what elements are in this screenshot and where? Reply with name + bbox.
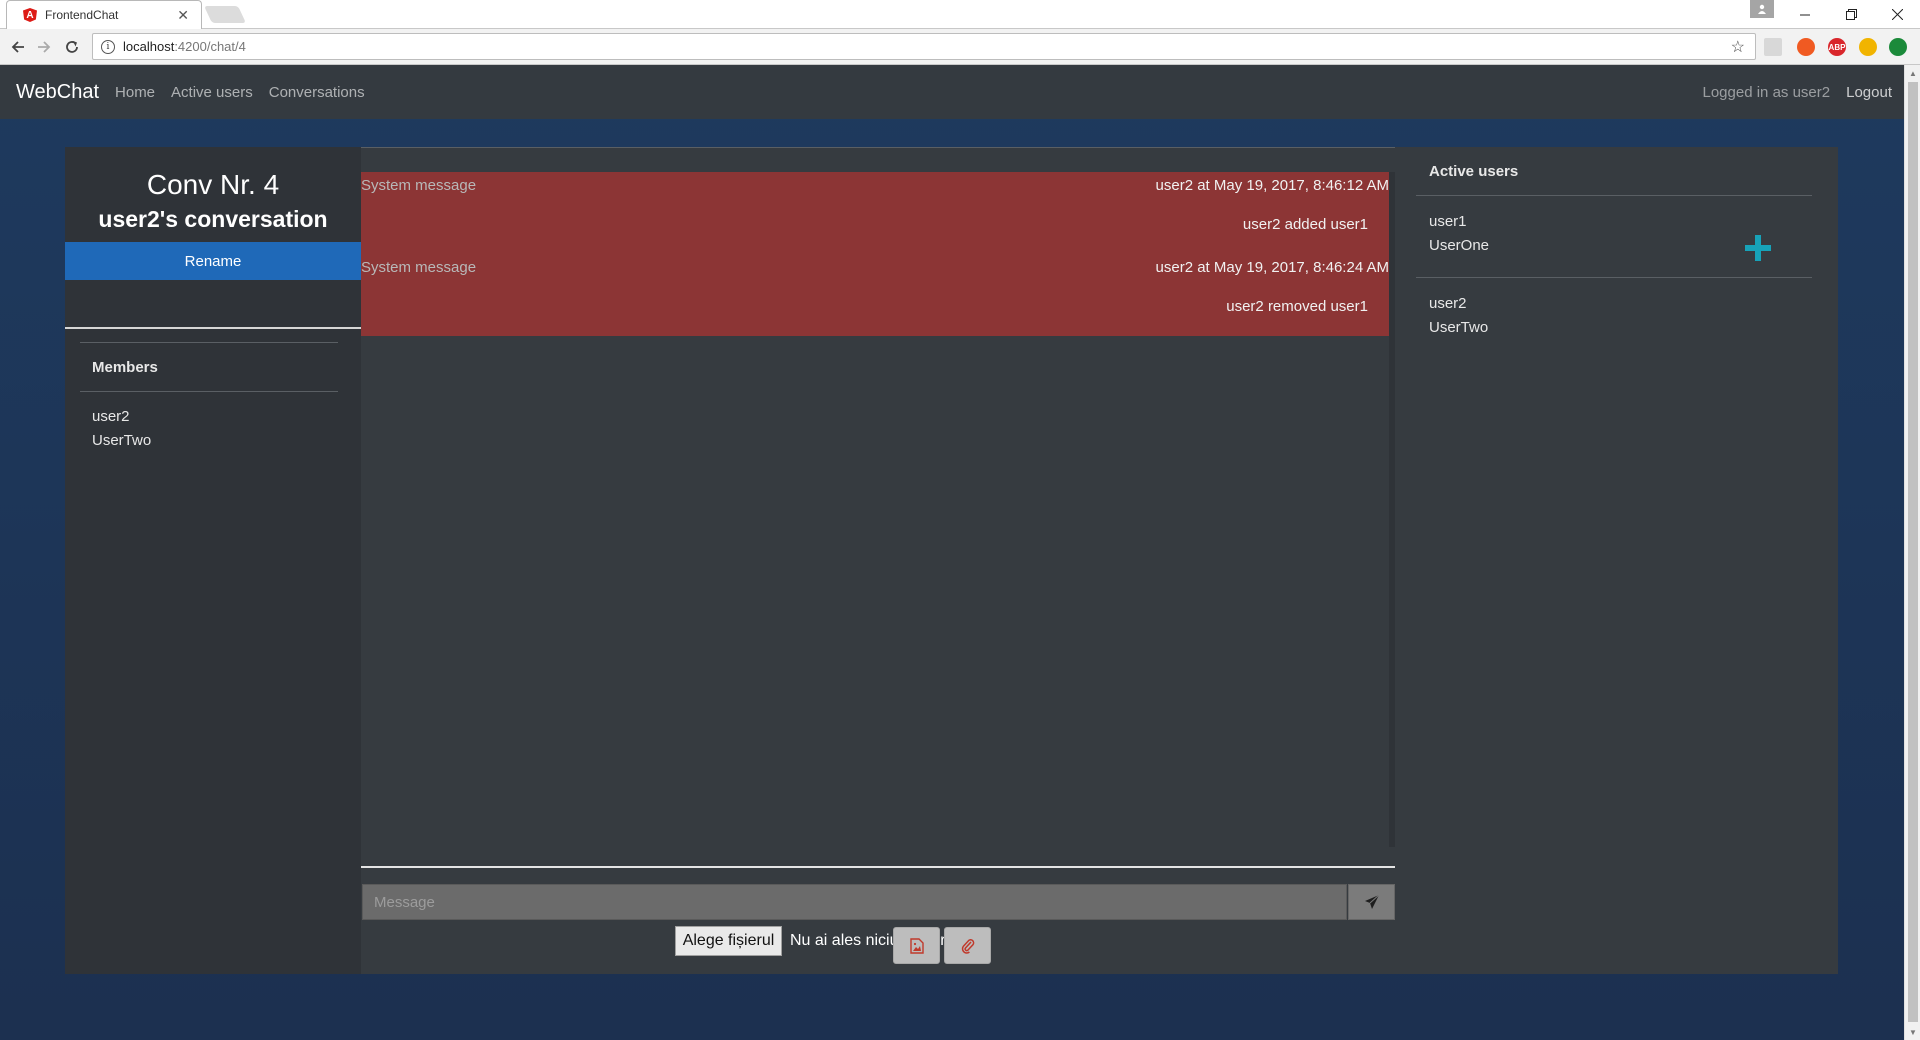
divider [361, 866, 1395, 868]
conversation-sidebar: Conv Nr. 4 user2's conversation Rename M… [65, 147, 361, 974]
send-image-button[interactable] [893, 927, 940, 964]
conversation-subtitle: user2's conversation [98, 206, 328, 232]
rename-button[interactable]: Rename [65, 242, 361, 280]
close-window-icon[interactable] [1874, 0, 1920, 29]
profile-icon[interactable] [1750, 0, 1774, 18]
logged-in-text: Logged in as user2 [1702, 83, 1831, 101]
message-text: user2 added user1 [1242, 216, 1368, 233]
active-user-display-name: UserOne [1429, 237, 1490, 254]
active-user-username: user2 [1429, 295, 1467, 312]
forward-arrow-icon[interactable] [32, 35, 56, 59]
messages-panel: System message user2 at May 19, 2017, 8:… [361, 147, 1395, 974]
page-scrollbar[interactable]: ▲ ▼ [1904, 65, 1920, 1040]
divider [80, 342, 338, 343]
divider [80, 391, 338, 392]
add-user-plus-icon[interactable] [1745, 235, 1771, 265]
message-input[interactable] [362, 884, 1347, 920]
navbar: WebChat Home Active users Conversations … [0, 65, 1904, 119]
conversation-title: Conv Nr. 4 [146, 169, 280, 200]
browser-tabbar: A FrontendChat ✕ [0, 0, 1920, 29]
choose-file-button[interactable]: Alege fișierul [675, 926, 782, 956]
browser-tab[interactable]: A FrontendChat ✕ [6, 0, 202, 29]
active-user-display-name: UserTwo [1429, 319, 1489, 336]
extension-green-icon[interactable] [1889, 38, 1907, 56]
member-username: user2 [92, 408, 130, 425]
system-message: System message user2 at May 19, 2017, 8:… [361, 172, 1389, 254]
nav-link-home[interactable]: Home [115, 84, 155, 101]
logout-link[interactable]: Logout [1846, 84, 1892, 101]
divider [65, 327, 361, 329]
message-text: user2 removed user1 [1226, 298, 1368, 315]
active-users-panel: Active users user1 UserOne user2 UserTwo [1395, 147, 1838, 974]
divider [1416, 195, 1812, 196]
nav-link-active-users[interactable]: Active users [171, 84, 253, 101]
member-display-name: UserTwo [92, 432, 152, 449]
active-user-item[interactable]: user1 UserOne [1429, 210, 1489, 258]
extension-orange-icon[interactable] [1797, 38, 1815, 56]
message-sender: System message [361, 177, 477, 194]
nav-link-conversations[interactable]: Conversations [269, 84, 365, 101]
column-edge [353, 342, 361, 974]
members-heading: Members [92, 359, 158, 376]
tab-title: FrontendChat [45, 8, 119, 22]
browser-toolbar: i localhost:4200/chat/4 ☆ ABP [0, 29, 1920, 65]
message-meta: user2 at May 19, 2017, 8:46:24 AM [1155, 259, 1389, 276]
message-sender: System message [361, 259, 477, 276]
info-icon[interactable]: i [101, 39, 115, 54]
new-tab-button[interactable] [204, 6, 246, 23]
members-card: Members user2 UserTwo [65, 342, 353, 974]
member-item[interactable]: user2 UserTwo [92, 405, 151, 453]
attach-file-button[interactable] [944, 927, 991, 964]
app-page: WebChat Home Active users Conversations … [0, 65, 1904, 1040]
angular-favicon-icon: A [23, 8, 37, 22]
url-text: localhost:4200/chat/4 [123, 39, 246, 54]
scroll-down-arrow-icon[interactable]: ▼ [1905, 1024, 1920, 1040]
adblock-icon[interactable]: ABP [1828, 38, 1846, 56]
active-users-heading: Active users [1429, 163, 1519, 180]
minimize-icon[interactable] [1782, 0, 1828, 29]
address-bar[interactable]: i localhost:4200/chat/4 ☆ [92, 33, 1756, 60]
scroll-up-arrow-icon[interactable]: ▲ [1905, 65, 1920, 81]
restore-icon[interactable] [1828, 0, 1874, 29]
active-user-username: user1 [1429, 213, 1467, 230]
message-meta: user2 at May 19, 2017, 8:46:12 AM [1155, 177, 1389, 194]
back-arrow-icon[interactable] [6, 35, 30, 59]
extension-mail-icon[interactable] [1764, 38, 1782, 56]
tab-close-icon[interactable]: ✕ [177, 7, 189, 24]
brand-link[interactable]: WebChat [16, 81, 99, 104]
image-file-icon [909, 937, 924, 954]
divider [1416, 277, 1812, 278]
system-message: System message user2 at May 19, 2017, 8:… [361, 254, 1389, 336]
bookmark-star-icon[interactable]: ☆ [1731, 37, 1745, 57]
send-button[interactable] [1348, 884, 1395, 920]
chat-container: Conv Nr. 4 user2's conversation Rename M… [65, 147, 1838, 974]
extension-moon-icon[interactable] [1859, 38, 1877, 56]
paperclip-icon [961, 938, 974, 954]
active-user-item[interactable]: user2 UserTwo [1429, 292, 1488, 340]
scrollbar-thumb[interactable] [1908, 82, 1918, 1022]
reload-icon[interactable] [60, 35, 84, 59]
divider [361, 147, 1395, 148]
send-icon [1364, 894, 1379, 909]
